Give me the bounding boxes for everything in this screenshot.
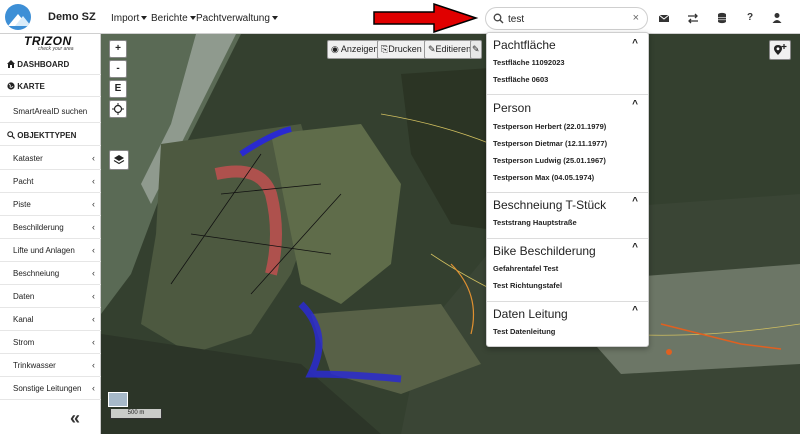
eye-icon: ◉: [331, 44, 339, 54]
chevron-left-icon: ‹: [92, 383, 95, 393]
chevron-left-icon: ‹: [92, 176, 95, 186]
sidebar-item-piste[interactable]: Piste ‹: [0, 193, 101, 216]
scale-bar: 500 m: [110, 409, 162, 419]
chevron-left-icon: ‹: [92, 268, 95, 278]
result-item[interactable]: Gefahrentafel Test: [493, 264, 558, 273]
divider: [487, 301, 648, 302]
chevron-left-icon: ‹: [92, 245, 95, 255]
app-logo[interactable]: [5, 4, 31, 30]
chevron-left-icon: ‹: [92, 222, 95, 232]
group-title-daten-leitung: Daten Leitung: [493, 307, 568, 321]
result-item[interactable]: Teststrang Hauptstraße: [493, 218, 577, 227]
database-icon[interactable]: [715, 11, 729, 25]
result-item[interactable]: Testfläche 0603: [493, 75, 548, 84]
sidebar-item-trinkwasser[interactable]: Trinkwasser ‹: [0, 354, 101, 377]
result-item[interactable]: Testfläche 11092023: [493, 58, 565, 67]
add-marker-button[interactable]: [769, 40, 791, 60]
result-item[interactable]: Test Richtungstafel: [493, 281, 562, 290]
menu-berichte[interactable]: Berichte: [151, 13, 196, 24]
collapse-sidebar-button[interactable]: «: [70, 408, 80, 429]
sidebar-item-beschneiung[interactable]: Beschneiung ‹: [0, 262, 101, 285]
chevron-left-icon: ‹: [92, 314, 95, 324]
tool-anzeigen[interactable]: ◉ Anzeigen: [327, 40, 383, 59]
sidebar-item-dashboard[interactable]: DASHBOARD: [0, 54, 101, 75]
chevron-left-icon: ‹: [92, 360, 95, 370]
divider: [487, 94, 648, 95]
divider: [487, 192, 648, 193]
result-item[interactable]: Testperson Ludwig (25.01.1967): [493, 156, 606, 165]
result-item[interactable]: Testperson Dietmar (12.11.1977): [493, 139, 607, 148]
chevron-up-icon[interactable]: ^: [632, 38, 638, 49]
sidebar-item-beschilderung[interactable]: Beschilderung ‹: [0, 216, 101, 239]
chevron-left-icon: ‹: [92, 199, 95, 209]
menu-import[interactable]: Import: [111, 13, 148, 24]
map-view[interactable]: + - E ◉ Anzeigen ⎘Drucken ✎Editieren ✎ 5…: [101, 34, 800, 434]
brand-tagline: check your area: [38, 46, 74, 52]
aerial-map-image: [101, 34, 800, 434]
sidebar-item-sonstige[interactable]: Sonstige Leitungen ‹: [0, 377, 101, 400]
group-title-bike: Bike Beschilderung: [493, 244, 596, 258]
chevron-left-icon: ‹: [92, 153, 95, 163]
crosshair-icon: [112, 103, 124, 115]
brand-logo: TRIZON check your area: [24, 34, 84, 54]
minimap-thumbnail[interactable]: [108, 392, 128, 407]
e-button[interactable]: E: [109, 80, 127, 98]
app-name: Demo SZ: [48, 11, 96, 23]
search-input[interactable]: [508, 11, 618, 27]
chevron-up-icon[interactable]: ^: [632, 196, 638, 207]
sidebar: TRIZON check your area DASHBOARD KARTE S…: [0, 34, 101, 434]
layers-icon: [113, 155, 125, 165]
chevron-up-icon[interactable]: ^: [632, 99, 638, 110]
tool-editieren[interactable]: ✎Editieren: [424, 40, 476, 59]
search-icon: [7, 131, 16, 140]
layers-button[interactable]: [109, 150, 129, 170]
clear-search-icon[interactable]: ×: [633, 12, 639, 24]
result-item[interactable]: Testperson Max (04.05.1974): [493, 173, 594, 182]
chevron-left-icon: ‹: [92, 337, 95, 347]
help-icon[interactable]: ?: [743, 11, 757, 25]
sidebar-item-pacht[interactable]: Pacht ‹: [0, 170, 101, 193]
search-results-dropdown: Pachtfläche ^ Testfläche 11092023 Testfl…: [486, 32, 649, 347]
sidebar-item-daten[interactable]: Daten ‹: [0, 285, 101, 308]
top-bar: Demo SZ Import Berichte Pachtverwaltung …: [0, 0, 800, 34]
sidebar-item-karte[interactable]: KARTE: [0, 76, 101, 97]
chevron-up-icon[interactable]: ^: [632, 242, 638, 253]
sidebar-item-smartarea[interactable]: SmartAreaID suchen: [0, 100, 101, 123]
sidebar-item-lifte[interactable]: Lifte und Anlagen ‹: [0, 239, 101, 262]
group-title-beschneiung: Beschneiung T-Stück: [493, 198, 607, 212]
search-icon: [493, 13, 504, 24]
locate-button[interactable]: [109, 100, 127, 118]
red-arrow-annotation: [373, 3, 479, 33]
mail-icon[interactable]: [657, 11, 671, 25]
chevron-left-icon: ‹: [92, 291, 95, 301]
home-icon: [7, 60, 15, 68]
swap-icon[interactable]: [686, 11, 700, 25]
user-icon[interactable]: [770, 11, 784, 25]
globe-icon: [7, 82, 15, 90]
sidebar-item-strom[interactable]: Strom ‹: [0, 331, 101, 354]
zoom-out-button[interactable]: -: [109, 60, 127, 78]
tool-drucken[interactable]: ⎘Drucken: [377, 40, 426, 59]
map-marker-plus-icon: [774, 44, 787, 55]
chevron-up-icon[interactable]: ^: [632, 305, 638, 316]
result-item[interactable]: Test Datenleitung: [493, 327, 555, 336]
tool-more[interactable]: ✎: [470, 40, 482, 59]
pencil-icon: ✎: [428, 44, 436, 54]
sidebar-item-kanal[interactable]: Kanal ‹: [0, 308, 101, 331]
divider: [487, 238, 648, 239]
search-box[interactable]: ×: [485, 7, 648, 30]
group-title-pachtflaeche: Pachtfläche: [493, 38, 556, 52]
zoom-in-button[interactable]: +: [109, 40, 127, 58]
result-item[interactable]: Testperson Herbert (22.01.1979): [493, 122, 606, 131]
group-title-person: Person: [493, 101, 532, 115]
sidebar-item-objekttypen[interactable]: OBJEKTTYPEN: [0, 125, 101, 146]
sidebar-item-kataster[interactable]: Kataster ‹: [0, 147, 101, 170]
pencil-icon: ✎: [472, 44, 480, 54]
menu-pachtverwaltung[interactable]: Pachtverwaltung: [196, 13, 278, 24]
